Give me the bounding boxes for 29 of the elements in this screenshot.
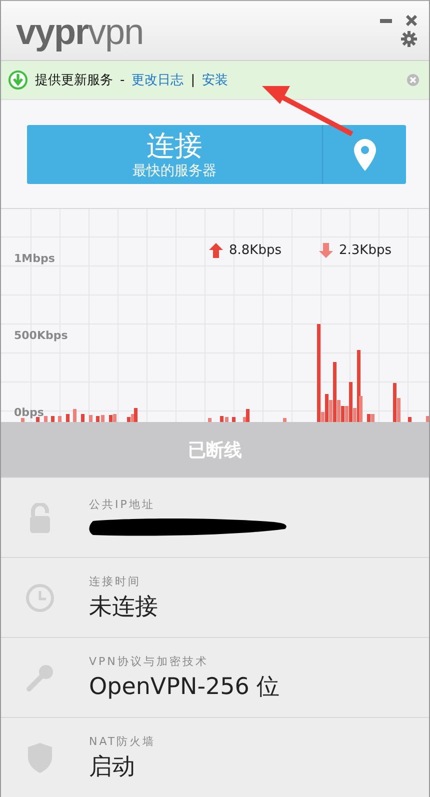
close-icon[interactable] bbox=[406, 15, 417, 26]
location-pin-icon bbox=[354, 138, 376, 170]
axis-label: 0bps bbox=[14, 406, 44, 419]
minimize-icon[interactable] bbox=[380, 18, 392, 22]
upload-arrow-icon bbox=[209, 243, 223, 258]
info-value: 启动 bbox=[89, 752, 136, 782]
changelog-link[interactable]: 更改日志 bbox=[132, 71, 184, 89]
axis-label: 500Kbps bbox=[14, 329, 68, 342]
settings-icon[interactable] bbox=[401, 30, 417, 48]
key-icon bbox=[26, 664, 54, 692]
padlock-icon bbox=[28, 502, 52, 532]
separator-dash: - bbox=[120, 72, 125, 88]
info-value: 未连接 bbox=[89, 592, 158, 622]
link-separator: | bbox=[190, 72, 196, 88]
upload-rate: 8.8Kbps bbox=[229, 243, 282, 258]
download-rate: 2.3Kbps bbox=[339, 243, 392, 258]
clock-icon bbox=[25, 582, 55, 612]
install-link[interactable]: 安装 bbox=[202, 71, 228, 89]
info-label: 连接时间 bbox=[89, 574, 142, 588]
shield-icon bbox=[28, 742, 52, 772]
app-logo: vyprvpn bbox=[16, 13, 144, 51]
info-value: OpenVPN-256 位 bbox=[89, 672, 280, 702]
info-label: 公共IP地址 bbox=[89, 496, 156, 512]
update-message: 提供更新服务 bbox=[35, 72, 113, 89]
download-arrow-icon bbox=[319, 243, 333, 258]
info-label: VPN协议与加密技术 bbox=[89, 654, 210, 668]
download-icon bbox=[8, 70, 28, 90]
axis-label: 1Mbps bbox=[14, 252, 55, 265]
info-label: NAT防火墙 bbox=[89, 734, 156, 748]
